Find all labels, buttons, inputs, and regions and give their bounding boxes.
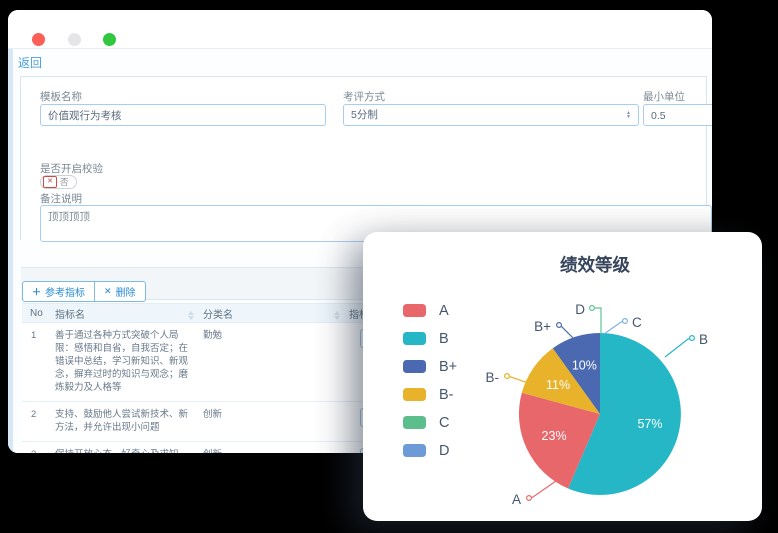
pie-callout-line bbox=[665, 338, 692, 357]
pie-percent-label: 11% bbox=[546, 378, 570, 392]
delete-label: 删除 bbox=[116, 284, 136, 299]
back-link[interactable]: 返回 bbox=[18, 54, 42, 71]
pie-callout-line bbox=[559, 325, 576, 341]
eval-method-label: 考评方式 bbox=[343, 89, 385, 104]
validation-label: 是否开启校验 bbox=[40, 161, 103, 176]
template-name-input[interactable]: 价值观行为考核 bbox=[40, 104, 326, 126]
row-category: 创新 bbox=[203, 408, 349, 434]
plus-icon: ＋ bbox=[32, 285, 41, 298]
delete-button[interactable]: ✕ 删除 bbox=[95, 281, 146, 302]
minimize-window-icon[interactable] bbox=[68, 33, 81, 46]
close-window-icon[interactable] bbox=[32, 33, 45, 46]
header-indicator-label: 指标名 bbox=[55, 310, 85, 321]
pie-callout-label-B-: B- bbox=[486, 370, 500, 385]
pie-callout-dot bbox=[690, 336, 695, 341]
pie-callout-dot bbox=[623, 319, 628, 324]
select-spinner-icon: ▴▾ bbox=[627, 111, 630, 119]
row-category: 勤勉 bbox=[203, 329, 349, 394]
maximize-window-icon[interactable] bbox=[103, 33, 116, 46]
pie-percent-label: 23% bbox=[542, 429, 567, 443]
eval-method-select[interactable]: 5分制 ▴▾ bbox=[343, 104, 639, 126]
row-no: 1 bbox=[22, 329, 55, 394]
pie-callout-label-A: A bbox=[512, 492, 521, 507]
add-indicator-label: 参考指标 bbox=[45, 284, 85, 299]
template-name-label: 模板名称 bbox=[40, 89, 82, 104]
header-no: No bbox=[22, 308, 55, 319]
chart-card: 绩效等级 ABB+B-CD 57%23%11%10%BCDB+B-A bbox=[363, 232, 762, 521]
row-indicator: 保持开放心态、好奇心及求知欲，敢于质疑及尝试 bbox=[55, 448, 203, 453]
pie-percent-label: 10% bbox=[572, 358, 597, 372]
header-category-label: 分类名 bbox=[203, 310, 233, 321]
toggle-state-label: 否 bbox=[60, 176, 69, 188]
min-unit-input[interactable]: 0.5 bbox=[643, 104, 712, 126]
min-unit-label: 最小单位 bbox=[643, 89, 685, 104]
table-toolbar: ＋ 参考指标 ✕ 删除 bbox=[22, 281, 146, 302]
pie-callout-dot bbox=[557, 323, 562, 328]
row-no: 2 bbox=[22, 408, 55, 434]
remark-label: 备注说明 bbox=[40, 191, 82, 206]
pie-callout-line bbox=[595, 308, 601, 334]
header-indicator[interactable]: 指标名 bbox=[55, 306, 203, 321]
pie-callout-line bbox=[604, 321, 625, 334]
sort-icon[interactable] bbox=[187, 310, 195, 320]
eval-method-value: 5分制 bbox=[351, 104, 378, 126]
sort-icon[interactable] bbox=[333, 310, 341, 320]
toggle-x-icon: ✕ bbox=[43, 176, 57, 188]
pie-callout-label-C: C bbox=[632, 315, 642, 330]
pie-percent-label: 57% bbox=[637, 417, 662, 431]
pie-chart: 57% 23% 11%10% B C D B+ B- A bbox=[363, 232, 762, 521]
pie-callout-label-D: D bbox=[575, 302, 585, 317]
pie-callout-label-B+: B+ bbox=[534, 319, 551, 334]
add-indicator-button[interactable]: ＋ 参考指标 bbox=[22, 281, 95, 302]
pie-callout-dot bbox=[590, 306, 595, 311]
validation-toggle[interactable]: ✕ 否 bbox=[40, 175, 77, 189]
row-indicator: 善于通过各种方式突破个人局限：感悟和自省，自我否定；在错误中总结，学习新知识、新… bbox=[55, 329, 203, 394]
pie-callout-dot bbox=[505, 374, 510, 379]
row-no: 3 bbox=[22, 448, 55, 453]
header-category[interactable]: 分类名 bbox=[203, 306, 349, 321]
pie-callout-dot bbox=[527, 496, 532, 501]
pie-callout-line bbox=[529, 481, 556, 498]
template-form-panel: 模板名称 价值观行为考核 考评方式 5分制 ▴▾ 最小单位 0.5 是否开启校验… bbox=[20, 76, 707, 240]
row-indicator: 支持、鼓励他人尝试新技术、新方法，并允许出现小问题 bbox=[55, 408, 203, 434]
row-category: 创新 bbox=[203, 448, 349, 453]
window-titlebar bbox=[8, 10, 712, 49]
pie-callout-label-B: B bbox=[699, 332, 708, 347]
x-icon: ✕ bbox=[104, 286, 112, 297]
